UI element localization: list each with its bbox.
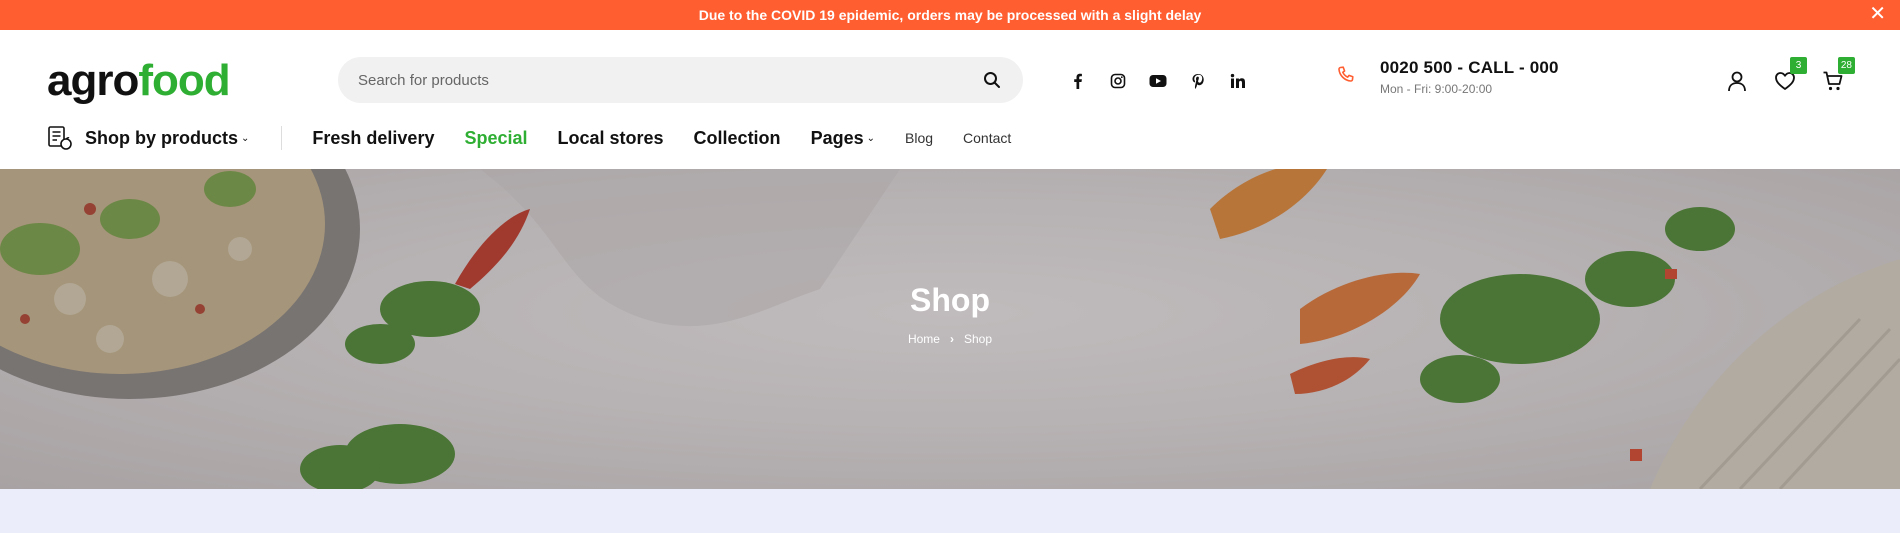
hero-overlay (0, 169, 1900, 489)
pinterest-icon[interactable] (1186, 69, 1210, 93)
facebook-icon[interactable] (1066, 69, 1090, 93)
nav-pages-menu[interactable]: Pages ⌄ (811, 128, 875, 149)
user-actions: 3 28 (1724, 57, 1855, 94)
nav-special[interactable]: Special (464, 128, 527, 149)
nav-fresh-delivery[interactable]: Fresh delivery (312, 128, 434, 149)
social-links (1066, 69, 1250, 93)
cart-count-badge: 28 (1837, 57, 1855, 74)
nav-local-stores[interactable]: Local stores (558, 128, 664, 149)
chevron-down-icon: ⌄ (866, 132, 875, 144)
catalog-icon (47, 125, 73, 151)
search-bar (338, 57, 1023, 103)
logo-text-agro: agro (47, 56, 139, 105)
nav-pages-label: Pages (810, 127, 864, 148)
instagram-icon[interactable] (1106, 69, 1130, 93)
breadcrumb-separator-icon: › (949, 332, 954, 346)
contact-phone[interactable]: 0020 500 - CALL - 000 Mon - Fri: 9:00-20… (1336, 58, 1559, 96)
breadcrumb-current: Shop (963, 332, 993, 346)
logo-text-food: food (138, 56, 230, 105)
search-input[interactable] (358, 71, 977, 89)
page-hero-banner: Shop Home › Shop (0, 169, 1900, 489)
wishlist-icon[interactable]: 3 (1772, 57, 1807, 94)
business-hours: Mon - Fri: 9:00-20:00 (1380, 82, 1493, 96)
nav-collection[interactable]: Collection (694, 128, 781, 149)
account-icon[interactable] (1724, 68, 1750, 94)
cart-icon[interactable]: 28 (1820, 57, 1855, 94)
nav-contact[interactable]: Contact (963, 130, 1011, 146)
nav-divider (281, 126, 283, 150)
main-nav: Shop by products ⌄ Fresh delivery Specia… (47, 123, 1011, 153)
phone-icon (1336, 65, 1360, 89)
logo[interactable]: agrofood (47, 56, 231, 106)
contact-text: 0020 500 - CALL - 000 Mon - Fri: 9:00-20… (1380, 58, 1559, 96)
nav-blog[interactable]: Blog (905, 130, 933, 146)
shop-by-products-menu[interactable]: Shop by products ⌄ (47, 125, 249, 151)
phone-number: 0020 500 - CALL - 000 (1380, 58, 1559, 77)
search-icon[interactable] (977, 65, 1007, 95)
shop-by-products-label: Shop by products (85, 127, 238, 148)
linkedin-icon[interactable] (1226, 69, 1250, 93)
wishlist-count-badge: 3 (1790, 57, 1807, 74)
breadcrumb-home-link[interactable]: Home (908, 332, 940, 346)
announcement-bar: Due to the COVID 19 epidemic, orders may… (0, 0, 1900, 30)
close-icon[interactable]: ✕ (1869, 3, 1886, 25)
breadcrumb: Home › Shop (0, 332, 1900, 346)
youtube-icon[interactable] (1146, 69, 1170, 93)
announcement-text: Due to the COVID 19 epidemic, orders may… (698, 7, 1202, 23)
chevron-down-icon: ⌄ (241, 132, 250, 144)
site-header: agrofood 0020 500 - CALL - 000 Mon - F (0, 30, 1900, 169)
page-title: Shop (910, 282, 990, 318)
